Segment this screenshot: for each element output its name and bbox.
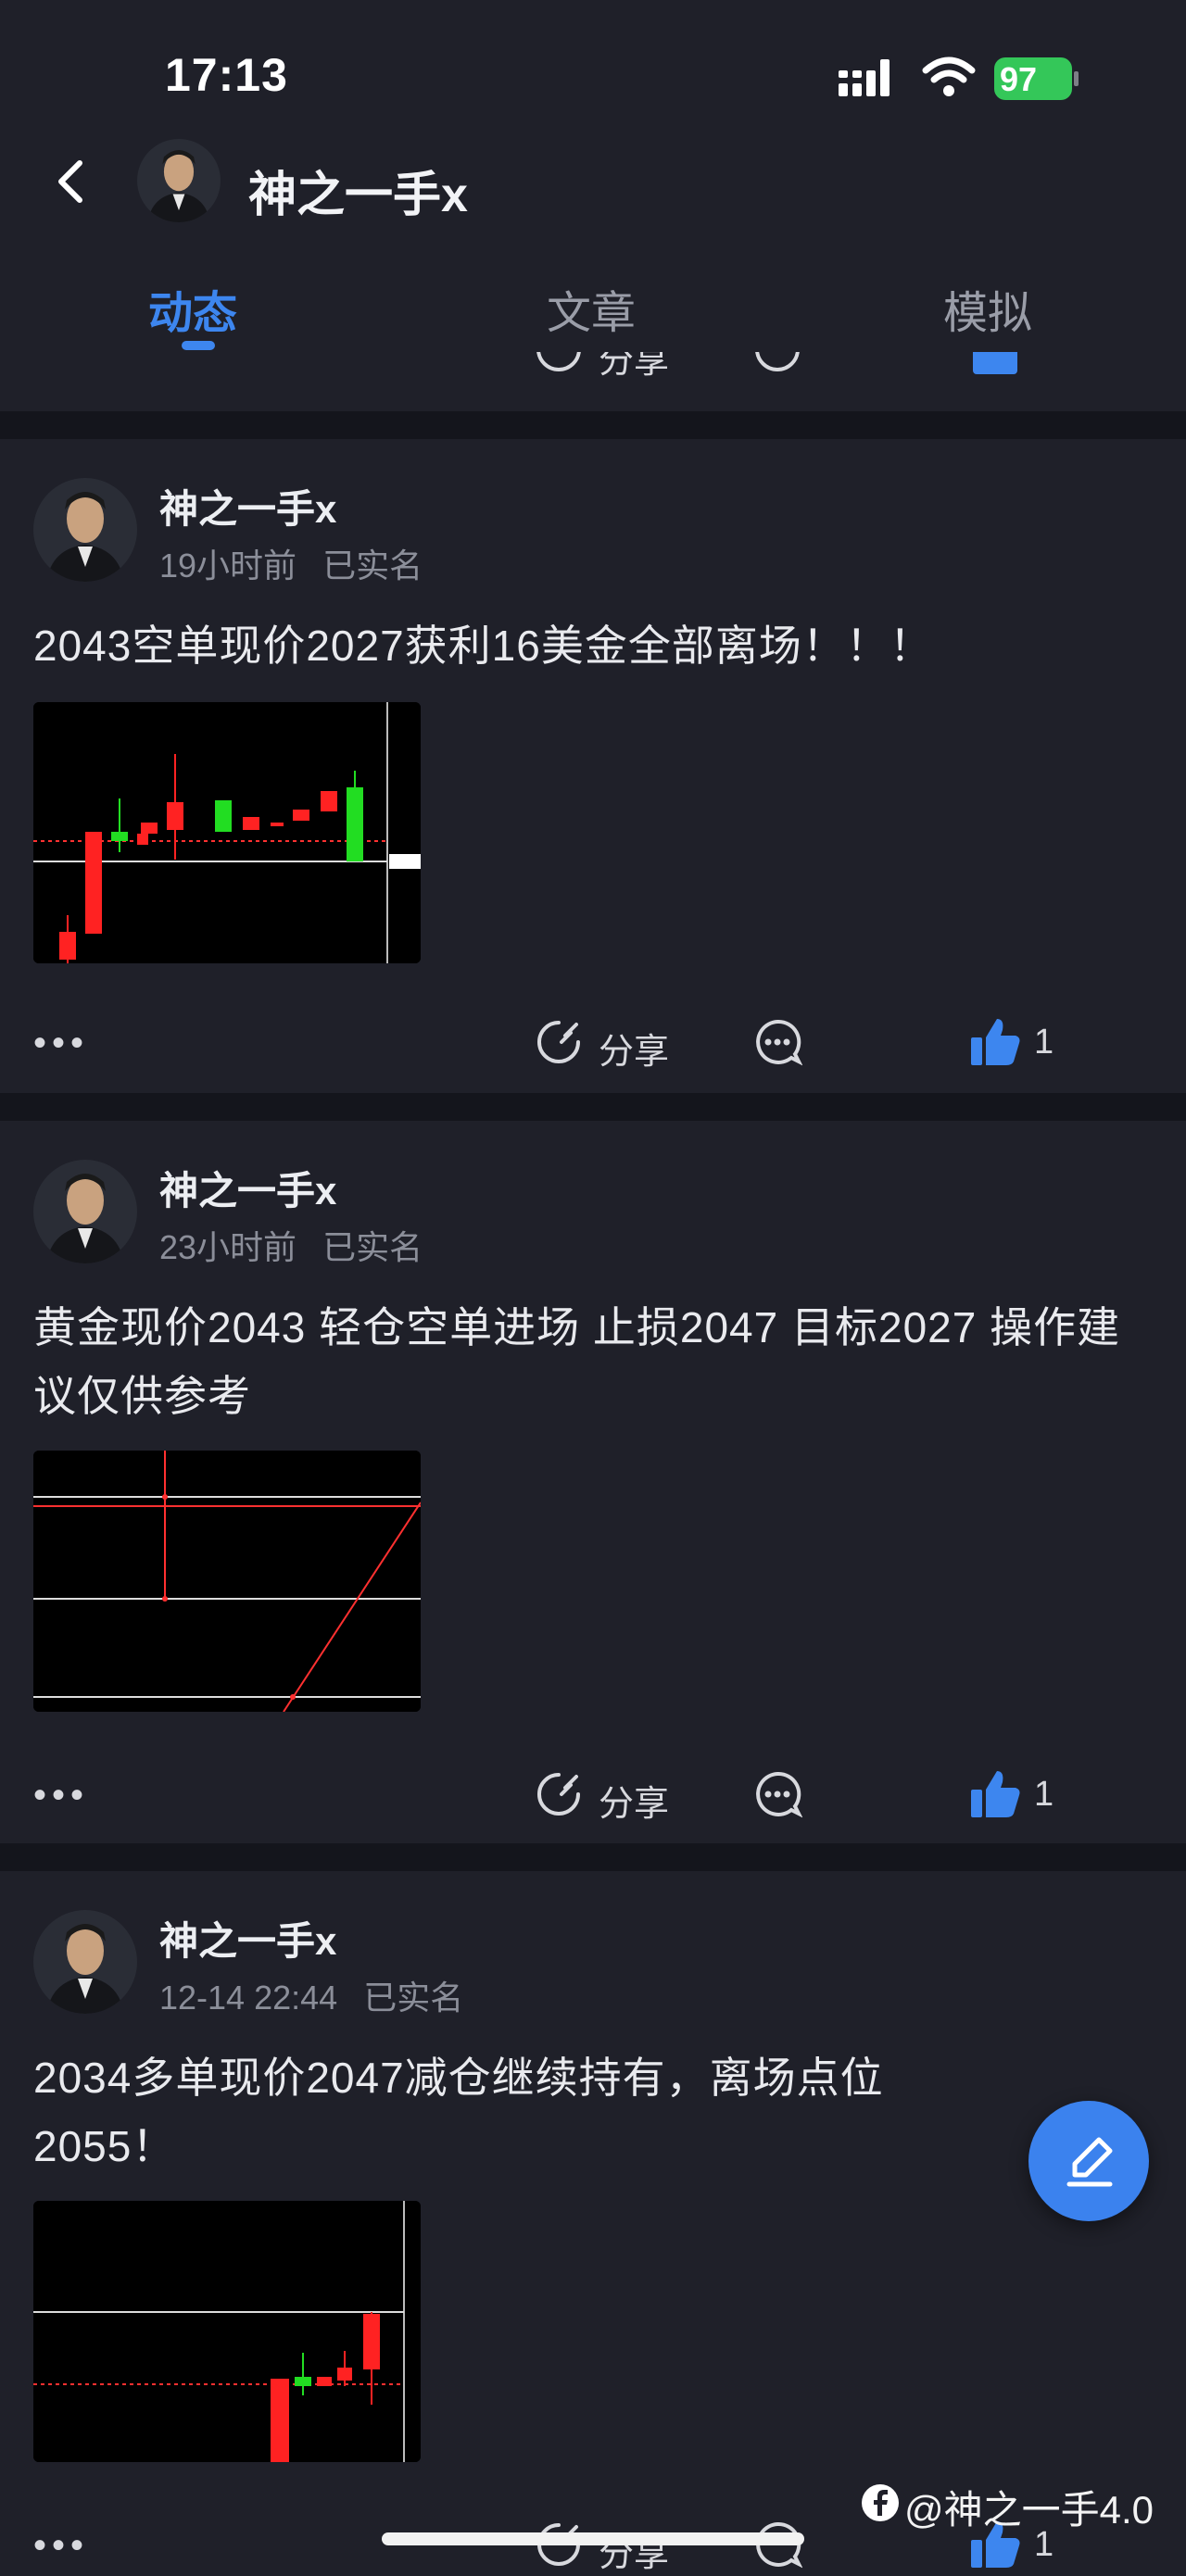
- post-meta: 23小时前 已实名: [159, 1221, 439, 1269]
- avatar[interactable]: [33, 478, 137, 582]
- home-indicator: [382, 2532, 804, 2545]
- previous-post-actions: 分享: [0, 352, 1186, 406]
- compose-button[interactable]: [1028, 2101, 1149, 2221]
- pencil-icon: [1066, 2137, 1113, 2187]
- post-meta: 19小时前 已实名: [159, 539, 439, 587]
- author-name[interactable]: 神之一手x: [159, 1910, 336, 1967]
- comment-icon[interactable]: [752, 1017, 802, 1067]
- comment-icon[interactable]: [752, 352, 802, 374]
- post-time: 19小时前: [159, 547, 297, 584]
- battery-icon: 97: [994, 57, 1079, 100]
- post-card: 神之一手x 23小时前 已实名 黄金现价2043 轻仓空单进场 止损2047 目…: [0, 1121, 1186, 1843]
- post-card: 神之一手x 12-14 22:44 已实名 2034多单现价2047减仓继续持有…: [0, 1871, 1186, 2574]
- page-title: 神之一手x: [248, 169, 468, 222]
- like-count: 1: [1034, 1775, 1054, 1814]
- watermark: @神之一手4.0: [904, 2488, 1154, 2532]
- post-card: 神之一手x 19小时前 已实名 2043空单现价2027获利16美金全部离场！！…: [0, 439, 1186, 1093]
- avatar[interactable]: [33, 1160, 137, 1263]
- post-content[interactable]: 2043空单现价2027获利16美金全部离场！！！: [33, 611, 1154, 680]
- tab-articles[interactable]: 文章: [547, 276, 636, 341]
- divider: [0, 1093, 1186, 1121]
- share-icon[interactable]: [534, 1769, 584, 1819]
- like-count: 1: [1034, 1023, 1054, 1062]
- like-icon[interactable]: [969, 1017, 1021, 1067]
- verified-badge: 已实名: [363, 1979, 464, 2017]
- wifi-icon: [922, 57, 976, 96]
- author-name[interactable]: 神之一手x: [159, 1160, 336, 1216]
- tab-dynamics[interactable]: 动态: [148, 276, 237, 341]
- share-icon[interactable]: [534, 352, 584, 374]
- tab-simulation[interactable]: 模拟: [943, 276, 1032, 341]
- share-label[interactable]: 分享: [599, 1023, 669, 1074]
- share-label: 分享: [599, 352, 670, 381]
- chart-thumbnail[interactable]: [33, 2201, 421, 2462]
- verified-badge: 已实名: [322, 547, 423, 584]
- avatar[interactable]: [137, 139, 221, 222]
- chart-thumbnail[interactable]: [33, 1451, 421, 1712]
- post-time: 23小时前: [159, 1228, 297, 1266]
- post-content[interactable]: 黄金现价2043 轻仓空单进场 止损2047 目标2027 操作建议仅供参考: [33, 1293, 1154, 1430]
- divider: [0, 411, 1186, 439]
- like-icon[interactable]: [969, 1769, 1021, 1819]
- more-button[interactable]: •••: [33, 1023, 89, 1064]
- chart-thumbnail[interactable]: [33, 702, 421, 963]
- author-name[interactable]: 神之一手x: [159, 478, 336, 534]
- more-button[interactable]: •••: [33, 1775, 89, 1816]
- post-meta: 12-14 22:44 已实名: [159, 1971, 480, 2019]
- comment-icon[interactable]: [752, 1769, 802, 1819]
- post-content[interactable]: 2034多单现价2047减仓继续持有，离场点位2055！: [33, 2043, 1016, 2180]
- like-icon[interactable]: [969, 352, 1021, 378]
- battery-level: 97: [1000, 60, 1038, 98]
- tab-indicator: [182, 341, 215, 350]
- signal-icon: [839, 59, 890, 96]
- back-button[interactable]: [44, 148, 96, 215]
- verified-badge: 已实名: [322, 1228, 423, 1266]
- avatar[interactable]: [33, 1910, 137, 2014]
- more-button[interactable]: •••: [33, 2525, 89, 2567]
- status-time: 17:13: [165, 49, 288, 101]
- share-icon[interactable]: [534, 1017, 584, 1067]
- share-label[interactable]: 分享: [599, 1775, 669, 1826]
- facebook-icon: [862, 2484, 899, 2521]
- divider: [0, 1843, 1186, 1871]
- post-time: 12-14 22:44: [159, 1979, 338, 2017]
